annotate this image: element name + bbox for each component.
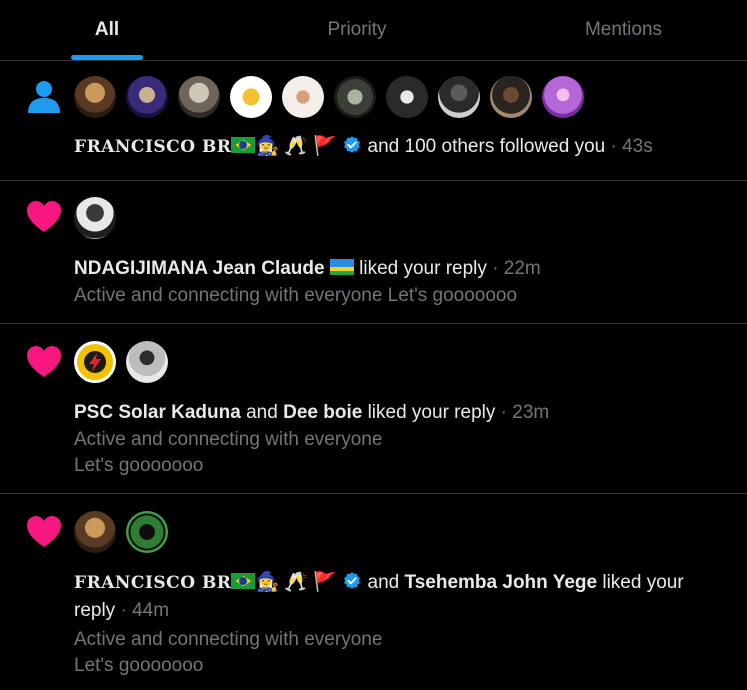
tab-mentions-label: Mentions <box>584 19 663 40</box>
liker-avatars <box>74 511 168 553</box>
avatar[interactable] <box>74 197 116 239</box>
avatar[interactable] <box>126 341 168 383</box>
timestamp: · 43s <box>610 136 653 157</box>
timestamp: · 22m <box>492 258 541 279</box>
avatar[interactable] <box>230 76 272 118</box>
notification-action-cont: reply <box>74 600 116 621</box>
brazil-flag-icon <box>231 573 256 589</box>
notification-text: FRANCISCO BR 🧙‍♀️ 🥂 🚩 and 100 others foll… <box>74 133 727 161</box>
actor-name[interactable]: FRANCISCO BR <box>74 573 231 593</box>
avatar[interactable] <box>542 76 584 118</box>
tab-priority-label: Priority <box>327 19 387 40</box>
person-icon <box>28 81 60 113</box>
notification-text: FRANCISCO BR 🧙‍♀️ 🥂 🚩 and Tsehemba John Y… <box>74 569 727 625</box>
actor-emojis: 🧙‍♀️ 🥂 🚩 <box>255 136 337 157</box>
notification-action: liked your reply <box>367 402 496 423</box>
avatar[interactable] <box>74 511 116 553</box>
timestamp: · 23m <box>500 402 550 423</box>
timestamp: · 44m <box>120 600 170 621</box>
actor-name[interactable]: FRANCISCO BR <box>74 137 231 157</box>
reply-snippet-line1: Active and connecting with everyone <box>74 629 383 650</box>
reply-snippet: Active and connecting with everyone Let'… <box>74 285 518 306</box>
reply-snippet-line2: Let's gooooooo <box>74 655 204 676</box>
avatar[interactable] <box>126 511 168 553</box>
avatar[interactable] <box>438 76 480 118</box>
avatar[interactable] <box>334 76 376 118</box>
active-tab-indicator <box>71 55 143 60</box>
notification-like[interactable]: NDAGIJIMANA Jean Claude liked your reply… <box>0 181 747 324</box>
heart-icon <box>27 201 61 232</box>
notification-action: and 100 others followed you <box>367 136 606 157</box>
tab-priority[interactable]: Priority <box>214 0 500 60</box>
actor-emojis: 🧙‍♀️ 🥂 🚩 <box>255 572 337 593</box>
avatar[interactable] <box>74 341 116 383</box>
actor-name[interactable]: NDAGIJIMANA Jean Claude <box>74 258 325 279</box>
avatar[interactable] <box>74 76 116 118</box>
avatar[interactable] <box>126 76 168 118</box>
notification-text: NDAGIJIMANA Jean Claude liked your reply… <box>74 255 727 283</box>
liker-avatars <box>74 341 168 383</box>
notification-tabs: All Priority Mentions <box>0 0 747 61</box>
reply-snippet-line2: Let's gooooooo <box>74 455 204 476</box>
notification-like[interactable]: FRANCISCO BR 🧙‍♀️ 🥂 🚩 and Tsehemba John Y… <box>0 494 747 690</box>
notification-like[interactable]: PSC Solar Kaduna and Dee boie liked your… <box>0 324 747 494</box>
avatar[interactable] <box>386 76 428 118</box>
tab-all-label: All <box>94 19 120 40</box>
notification-follow[interactable]: FRANCISCO BR 🧙‍♀️ 🥂 🚩 and 100 others foll… <box>0 61 747 181</box>
follower-avatars <box>74 76 584 118</box>
avatar[interactable] <box>282 76 324 118</box>
lightning-logo-icon <box>84 351 106 373</box>
actor2-name[interactable]: Tsehemba John Yege <box>405 572 598 593</box>
conjunction: and <box>246 402 278 423</box>
notification-action: liked your <box>602 572 684 593</box>
actor2-name[interactable]: Dee boie <box>283 402 362 423</box>
liker-avatars <box>74 197 116 239</box>
heart-icon <box>27 346 61 377</box>
heart-icon <box>27 516 61 547</box>
actor-name[interactable]: PSC Solar Kaduna <box>74 402 241 423</box>
avatar[interactable] <box>178 76 220 118</box>
verified-badge-icon <box>344 572 361 589</box>
tab-mentions[interactable]: Mentions <box>500 0 747 60</box>
rwanda-flag-icon <box>329 259 354 275</box>
verified-badge-icon <box>344 136 361 153</box>
brazil-flag-icon <box>231 137 256 153</box>
notification-action: liked your reply <box>359 258 487 279</box>
tab-all[interactable]: All <box>0 0 214 60</box>
notification-text: PSC Solar Kaduna and Dee boie liked your… <box>74 399 727 427</box>
conjunction: and <box>367 572 400 593</box>
reply-snippet-line1: Active and connecting with everyone <box>74 429 383 450</box>
avatar[interactable] <box>490 76 532 118</box>
